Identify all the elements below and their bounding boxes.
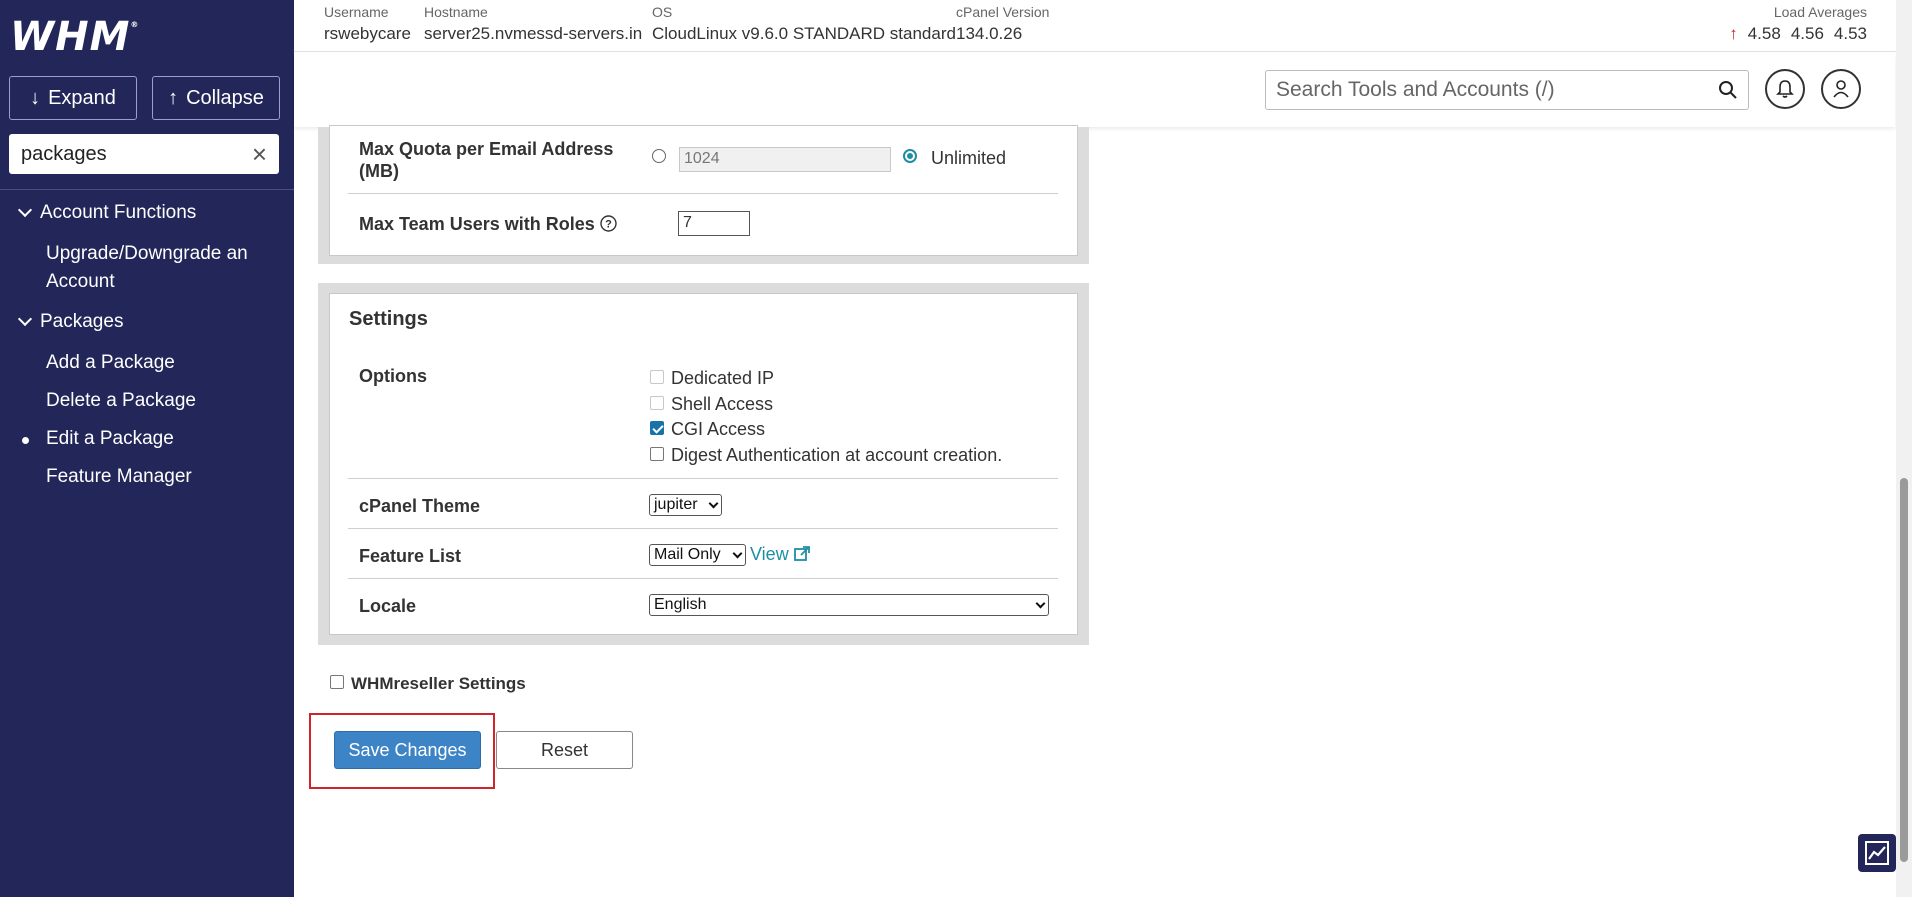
- scrollbar-thumb[interactable]: [1900, 478, 1908, 862]
- locale-label: Locale: [359, 596, 417, 616]
- digest-auth-label: Digest Authentication at account creatio…: [671, 445, 1003, 465]
- user-icon: [1833, 80, 1849, 98]
- load-averages: Load Averages ↑ 4.58 4.56 4.53: [1729, 4, 1867, 43]
- svg-text:?: ?: [605, 219, 612, 231]
- feature-list-label: Feature List: [359, 546, 462, 566]
- whmreseller-settings-label: WHMreseller Settings: [351, 674, 526, 693]
- external-link-icon: [793, 546, 810, 561]
- options-label: Options: [359, 366, 427, 386]
- nav-category-account-functions[interactable]: Account Functions: [17, 202, 196, 224]
- view-feature-list-link[interactable]: View: [750, 544, 811, 565]
- chevron-down-icon: [1035, 598, 1046, 608]
- row-divider: [348, 528, 1058, 529]
- nav-item-delete-package[interactable]: Delete a Package: [46, 387, 276, 415]
- cpanel-version-info: cPanel Version 134.0.26: [956, 4, 1050, 43]
- page-scrollbar[interactable]: [1896, 0, 1912, 897]
- os-info: OS CloudLinux v9.6.0 STANDARD standard: [652, 4, 956, 43]
- notifications-button[interactable]: [1765, 69, 1805, 109]
- arrow-up-icon: ↑: [168, 86, 179, 109]
- whm-logo[interactable]: WHM®: [10, 14, 139, 60]
- cgi-access-label: CGI Access: [671, 419, 766, 439]
- bell-icon: [1776, 80, 1794, 98]
- trend-chart-icon: [1865, 841, 1889, 865]
- user-menu-button[interactable]: [1821, 69, 1861, 109]
- chevron-down-icon: [17, 311, 33, 327]
- load-15: 4.53: [1833, 24, 1867, 43]
- save-changes-button[interactable]: Save Changes: [334, 731, 481, 769]
- settings-title: Settings: [349, 308, 428, 330]
- max-quota-label: Max Quota per Email Address (MB): [359, 139, 614, 181]
- load-5: 4.56: [1790, 24, 1824, 43]
- sidebar-divider: [0, 189, 294, 190]
- help-icon[interactable]: ?: [600, 215, 617, 232]
- analytics-button[interactable]: [1858, 834, 1896, 872]
- digest-auth-checkbox[interactable]: [650, 447, 664, 461]
- username-info: Username rswebycare: [324, 4, 411, 43]
- shell-access-label: Shell Access: [671, 394, 774, 414]
- tools-search-input[interactable]: [1276, 78, 1696, 102]
- row-divider: [348, 193, 1058, 194]
- max-quota-unlimited-radio[interactable]: [903, 149, 917, 163]
- row-divider: [348, 578, 1058, 579]
- arrow-up-icon: ↑: [1729, 24, 1738, 43]
- active-bullet-icon: [22, 437, 29, 444]
- chevron-down-icon: [17, 202, 33, 218]
- max-quota-input[interactable]: 1024: [679, 147, 891, 172]
- cpanel-theme-label: cPanel Theme: [359, 496, 481, 516]
- chevron-down-icon: [708, 498, 719, 508]
- sidebar: WHM® ↓ Expand ↑ Collapse packages × Acco…: [0, 0, 294, 897]
- cgi-access-checkbox[interactable]: [650, 421, 664, 435]
- reset-button[interactable]: Reset: [496, 731, 633, 769]
- row-divider: [348, 478, 1058, 479]
- arrow-down-icon: ↓: [30, 86, 41, 109]
- tools-search-box[interactable]: [1265, 70, 1749, 110]
- unlimited-label: Unlimited: [931, 148, 1007, 168]
- top-toolbar: [294, 53, 1895, 127]
- max-team-users-label: Max Team Users with Roles ?: [359, 214, 617, 235]
- dedicated-ip-label: Dedicated IP: [671, 368, 775, 388]
- expand-button[interactable]: ↓ Expand: [9, 76, 137, 120]
- collapse-button[interactable]: ↑ Collapse: [152, 76, 280, 120]
- nav-item-add-package[interactable]: Add a Package: [46, 349, 276, 377]
- nav-item-upgrade-downgrade[interactable]: Upgrade/Downgrade an Account: [46, 240, 276, 296]
- sidebar-search-input[interactable]: packages ×: [9, 134, 279, 174]
- search-icon[interactable]: [1718, 80, 1738, 100]
- server-info-bar: Username rswebycare Hostname server25.nv…: [294, 0, 1912, 52]
- cpanel-theme-select[interactable]: jupiter: [649, 494, 722, 516]
- nav-item-edit-package[interactable]: Edit a Package: [46, 425, 276, 453]
- load-1: 4.58: [1747, 24, 1781, 43]
- hostname-info: Hostname server25.nvmessd-servers.in: [424, 4, 643, 43]
- feature-list-select[interactable]: Mail Only: [649, 544, 746, 566]
- max-quota-custom-radio[interactable]: [652, 149, 666, 163]
- locale-select[interactable]: English: [649, 594, 1049, 616]
- dedicated-ip-checkbox[interactable]: [650, 370, 664, 384]
- chevron-down-icon: [732, 548, 743, 558]
- whmreseller-settings-checkbox[interactable]: [330, 675, 344, 689]
- nav-category-packages[interactable]: Packages: [17, 311, 123, 333]
- clear-search-icon[interactable]: ×: [252, 141, 267, 167]
- nav-item-feature-manager[interactable]: Feature Manager: [46, 463, 276, 491]
- shell-access-checkbox[interactable]: [650, 396, 664, 410]
- max-team-users-input[interactable]: 7: [678, 211, 750, 236]
